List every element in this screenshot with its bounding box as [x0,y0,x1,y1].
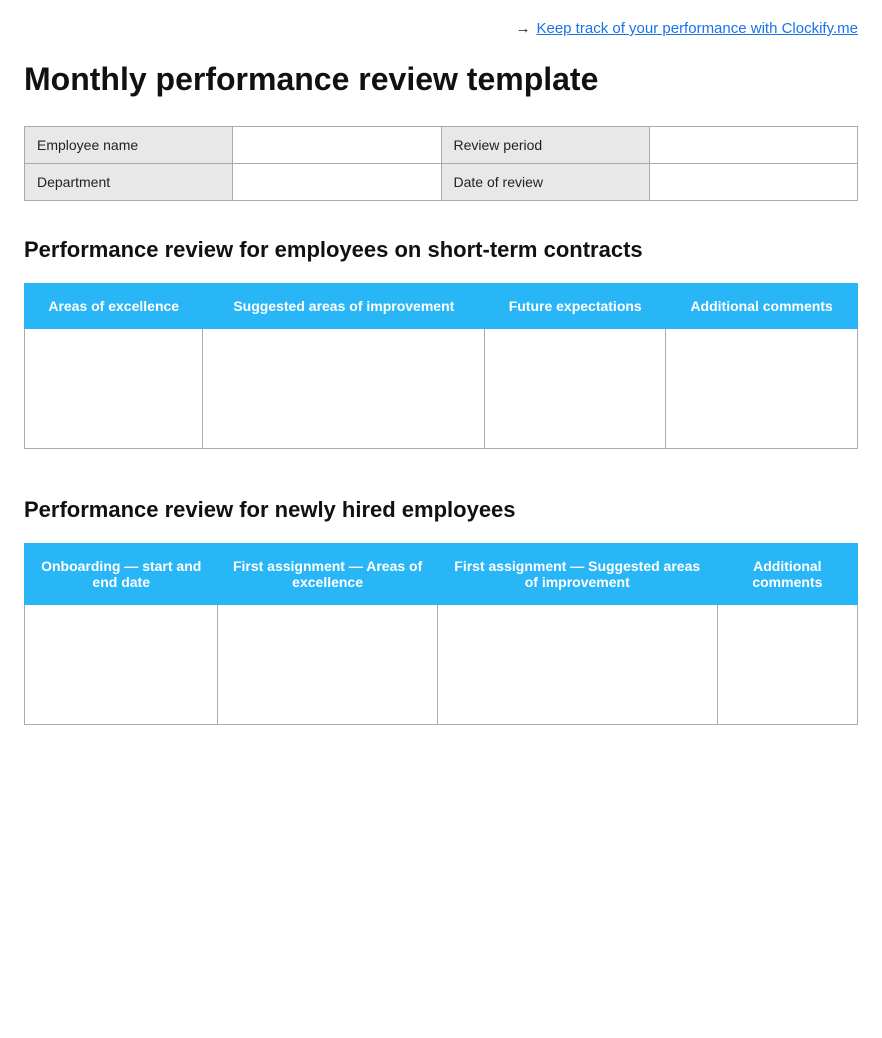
info-table: Employee name Review period Department D… [24,126,858,201]
employee-name-value[interactable] [233,127,441,164]
cell-onboarding[interactable] [25,605,218,725]
col-new-hire-comments: Additional comments [717,544,857,605]
cell-first-improvement[interactable] [437,605,717,725]
short-term-data-row [25,329,858,449]
cell-first-excellence[interactable] [218,605,437,725]
cell-improvement[interactable] [203,329,485,449]
new-hire-header-row: Onboarding — start and end date First as… [25,544,858,605]
col-onboarding-dates: Onboarding — start and end date [25,544,218,605]
top-link-row: → Keep track of your performance with Cl… [24,20,858,37]
section2-title: Performance review for newly hired emplo… [24,497,858,523]
clockify-link[interactable]: Keep track of your performance with Cloc… [536,20,858,37]
col-first-assignment-excellence: First assignment — Areas of excellence [218,544,437,605]
col-additional-comments: Additional comments [666,284,858,329]
section1-title: Performance review for employees on shor… [24,237,858,263]
date-of-review-value[interactable] [649,164,857,201]
department-value[interactable] [233,164,441,201]
new-hire-data-row [25,605,858,725]
info-row-2: Department Date of review [25,164,858,201]
review-period-label: Review period [441,127,649,164]
date-of-review-label: Date of review [441,164,649,201]
new-hire-review-table: Onboarding — start and end date First as… [24,543,858,725]
short-term-review-table: Areas of excellence Suggested areas of i… [24,283,858,449]
col-suggested-improvement: Suggested areas of improvement [203,284,485,329]
col-first-assignment-improvement: First assignment — Suggested areas of im… [437,544,717,605]
cell-expectations[interactable] [485,329,666,449]
department-label: Department [25,164,233,201]
page-title: Monthly performance review template [24,61,858,98]
cell-comments[interactable] [666,329,858,449]
col-areas-excellence: Areas of excellence [25,284,203,329]
info-row-1: Employee name Review period [25,127,858,164]
short-term-header-row: Areas of excellence Suggested areas of i… [25,284,858,329]
col-future-expectations: Future expectations [485,284,666,329]
review-period-value[interactable] [649,127,857,164]
cell-excellence[interactable] [25,329,203,449]
arrow-icon: → [515,20,530,37]
cell-new-hire-comments[interactable] [717,605,857,725]
employee-name-label: Employee name [25,127,233,164]
